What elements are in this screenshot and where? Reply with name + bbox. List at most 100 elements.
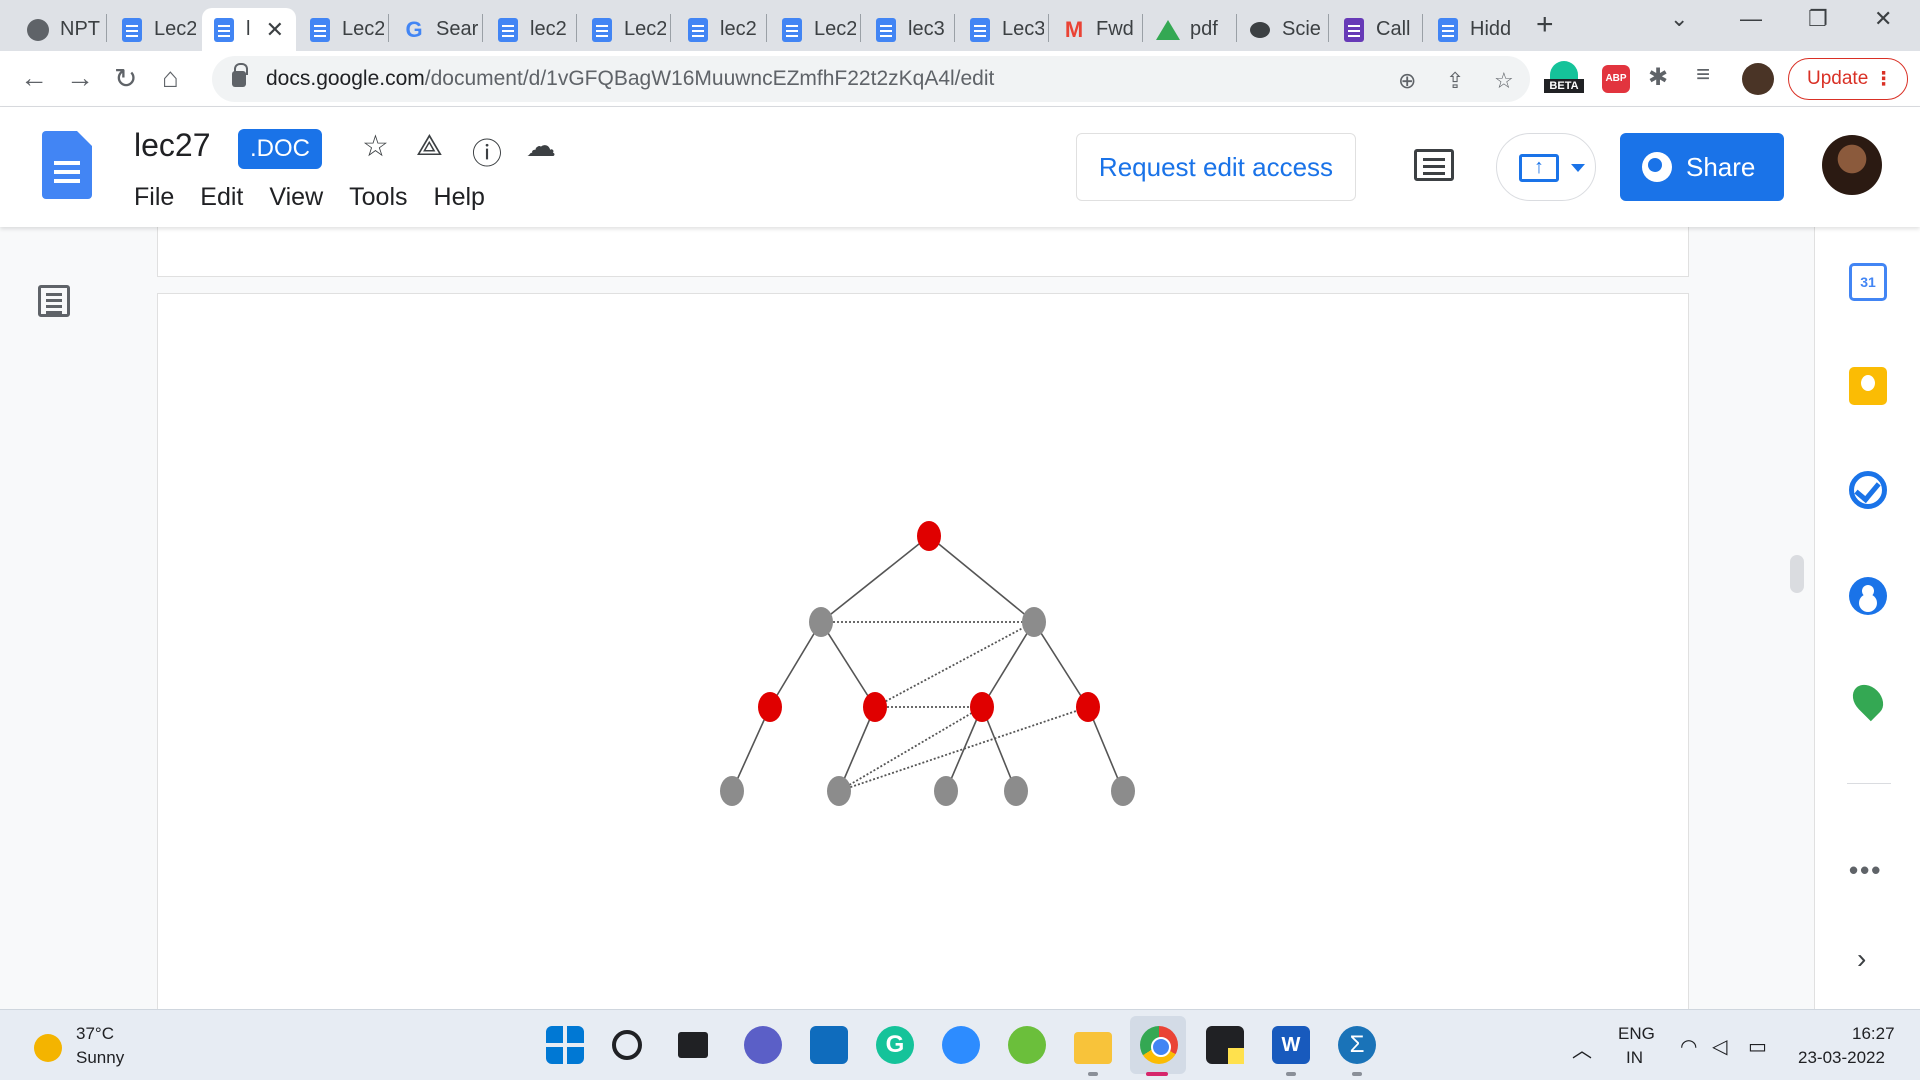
back-button[interactable]: ← (20, 62, 48, 94)
close-tab-icon[interactable]: ✕ (266, 17, 284, 43)
browser-tab[interactable]: Lec2 (298, 8, 384, 51)
update-button[interactable]: Update ⋮ (1788, 58, 1908, 100)
star-icon[interactable]: ☆ (362, 129, 389, 164)
share-page-icon[interactable]: ⇪ (1446, 68, 1464, 94)
move-to-drive-icon[interactable]: ⟁ (416, 129, 443, 163)
scrollbar-thumb[interactable] (1790, 555, 1804, 593)
grammarly-icon[interactable]: G (876, 1026, 914, 1064)
browser-tab[interactable]: Hidd (1426, 8, 1516, 51)
expand-side-panel-icon[interactable]: › (1857, 943, 1866, 975)
store-icon[interactable] (810, 1026, 848, 1064)
tasks-icon[interactable] (1849, 471, 1887, 509)
more-addons-icon[interactable]: ••• (1849, 855, 1882, 886)
maximize-button[interactable]: ❐ (1808, 6, 1828, 32)
menu-edit[interactable]: Edit (200, 183, 243, 212)
media-playlist-icon[interactable]: ≡ (1696, 61, 1710, 89)
file-explorer-icon[interactable] (1074, 1032, 1112, 1064)
chrome-icon[interactable] (1140, 1026, 1178, 1064)
browser-tab[interactable]: Lec2 (770, 8, 856, 51)
url-text[interactable]: docs.google.com/document/d/1vGFQBagW16Mu… (266, 67, 994, 91)
new-tab-button[interactable]: + (1536, 8, 1554, 42)
sigma-app-icon[interactable]: Σ (1338, 1026, 1376, 1064)
calendar-icon[interactable]: 31 (1849, 263, 1887, 301)
share-button[interactable]: Share (1620, 133, 1784, 201)
tree-edge (769, 621, 822, 708)
side-panel-divider (1847, 783, 1891, 784)
browser-tab[interactable]: M Fwd (1052, 8, 1138, 51)
browser-tab[interactable]: lec2 (676, 8, 762, 51)
task-view-icon[interactable] (678, 1032, 708, 1058)
bookmark-star-icon[interactable]: ☆ (1494, 68, 1514, 94)
document-outline-icon[interactable] (38, 285, 70, 317)
account-avatar[interactable] (1822, 135, 1882, 195)
browser-tab[interactable]: NPT (16, 8, 102, 51)
input-language[interactable]: ENG (1618, 1024, 1655, 1044)
sun-weather-icon[interactable] (34, 1034, 62, 1062)
adblock-extension-icon[interactable]: ABP (1602, 65, 1630, 93)
request-edit-access-button[interactable]: Request edit access (1076, 133, 1356, 201)
browser-tab[interactable]: Lec2 (110, 8, 196, 51)
tab-title: Lec2 (624, 18, 666, 40)
tab-title: Sear (436, 18, 478, 40)
reload-button[interactable]: ↻ (114, 62, 137, 95)
keep-icon[interactable] (1849, 367, 1887, 405)
home-button[interactable]: ⌂ (162, 62, 179, 94)
info-icon[interactable]: ⓘ (472, 129, 502, 173)
lock-icon[interactable] (232, 63, 248, 87)
menu-file[interactable]: File (134, 183, 174, 212)
tree-node-b2 (863, 692, 887, 722)
zoom-icon[interactable]: ⊕ (1398, 68, 1416, 94)
address-bar[interactable]: docs.google.com/document/d/1vGFQBagW16Mu… (212, 56, 1530, 102)
tab-title: Lec2 (342, 18, 384, 40)
menu-view[interactable]: View (269, 183, 323, 212)
minimize-button[interactable]: — (1740, 6, 1762, 32)
browser-tab[interactable]: Call (1332, 8, 1418, 51)
more-vert-icon: ⋮ (1874, 68, 1893, 90)
tree-node-c2 (827, 776, 851, 806)
volume-icon[interactable]: ◁ (1712, 1034, 1727, 1059)
docs-logo-icon[interactable] (42, 131, 92, 199)
grammarly-extension-icon[interactable]: BETA (1544, 61, 1584, 97)
weather-temperature[interactable]: 37°C (76, 1024, 114, 1044)
menu-tools[interactable]: Tools (349, 183, 407, 212)
close-window-button[interactable]: ✕ (1874, 6, 1892, 32)
browser-tab[interactable]: lec2 (486, 8, 572, 51)
extensions-puzzle-icon[interactable]: ✱ (1648, 63, 1668, 92)
zoom-icon[interactable] (942, 1026, 980, 1064)
tab-separator (670, 14, 671, 42)
present-button[interactable]: ↑ (1496, 133, 1596, 201)
comments-icon[interactable] (1414, 149, 1454, 181)
document-page[interactable] (157, 293, 1689, 1033)
search-icon[interactable] (612, 1030, 642, 1060)
menu-help[interactable]: Help (434, 183, 485, 212)
document-title[interactable]: lec27 (134, 127, 211, 164)
browser-tab[interactable]: pdf (1146, 8, 1232, 51)
show-hidden-icons-chevron-icon[interactable]: ︿ (1572, 1034, 1592, 1063)
clock-time[interactable]: 16:27 (1852, 1024, 1895, 1044)
running-indicator (1286, 1072, 1296, 1076)
teams-chat-icon[interactable] (744, 1026, 782, 1064)
browser-profile-avatar[interactable] (1742, 63, 1774, 95)
weather-condition[interactable]: Sunny (76, 1048, 124, 1068)
browser-tab[interactable]: Lec3 (958, 8, 1044, 51)
browser-tab[interactable]: Lec2 (580, 8, 666, 51)
input-region[interactable]: IN (1626, 1048, 1643, 1068)
browser-tab[interactable]: Scie (1238, 8, 1324, 51)
tab-title: lec2 (720, 18, 757, 40)
notepad-icon[interactable] (1008, 1026, 1046, 1064)
tab-search-chevron-icon[interactable]: ⌄ (1670, 6, 1688, 32)
word-icon[interactable]: W (1272, 1026, 1310, 1064)
sticky-notes-icon[interactable] (1206, 1026, 1244, 1064)
browser-tab-active[interactable]: l ✕ (202, 8, 296, 51)
clock-date[interactable]: 23-03-2022 (1798, 1048, 1885, 1068)
browser-tab[interactable]: G Sear (392, 8, 478, 51)
maps-icon[interactable] (1846, 678, 1890, 722)
browser-tab[interactable]: lec3 (864, 8, 950, 51)
contacts-icon[interactable] (1849, 577, 1887, 615)
start-button-icon[interactable] (546, 1026, 584, 1064)
wifi-icon[interactable]: ◠ (1680, 1034, 1697, 1059)
tab-title: lec2 (530, 18, 567, 40)
battery-icon[interactable]: ▭ (1748, 1034, 1767, 1059)
forward-button[interactable]: → (66, 62, 94, 94)
cloud-status-icon[interactable]: ☁ (526, 129, 556, 164)
